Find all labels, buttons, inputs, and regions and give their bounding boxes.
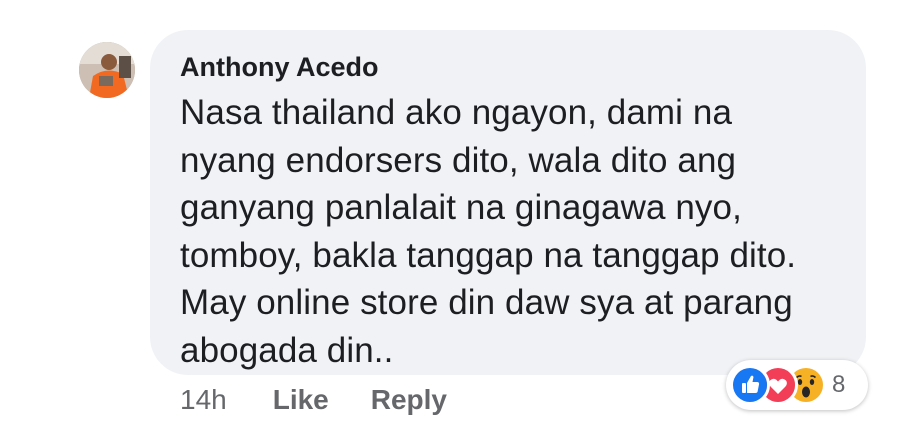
reaction-count: 8 <box>832 371 846 398</box>
comment-author[interactable]: Anthony Acedo <box>180 50 836 84</box>
reply-button[interactable]: Reply <box>371 384 447 416</box>
comment-text: Nasa thailand ako ngayon, dami na nyang … <box>180 93 797 370</box>
reaction-summary[interactable]: 8 <box>726 360 868 410</box>
comment-timestamp[interactable]: 14h <box>180 384 227 416</box>
comment-actions: 14h Like Reply <box>180 380 447 420</box>
comment: Anthony Acedo Nasa thailand ako ngayon, … <box>0 0 905 431</box>
avatar[interactable] <box>79 42 135 98</box>
like-button[interactable]: Like <box>273 384 329 416</box>
comment-bubble: Anthony Acedo Nasa thailand ako ngayon, … <box>150 30 866 375</box>
avatar-photo <box>79 42 135 98</box>
like-reaction-icon <box>730 365 770 405</box>
